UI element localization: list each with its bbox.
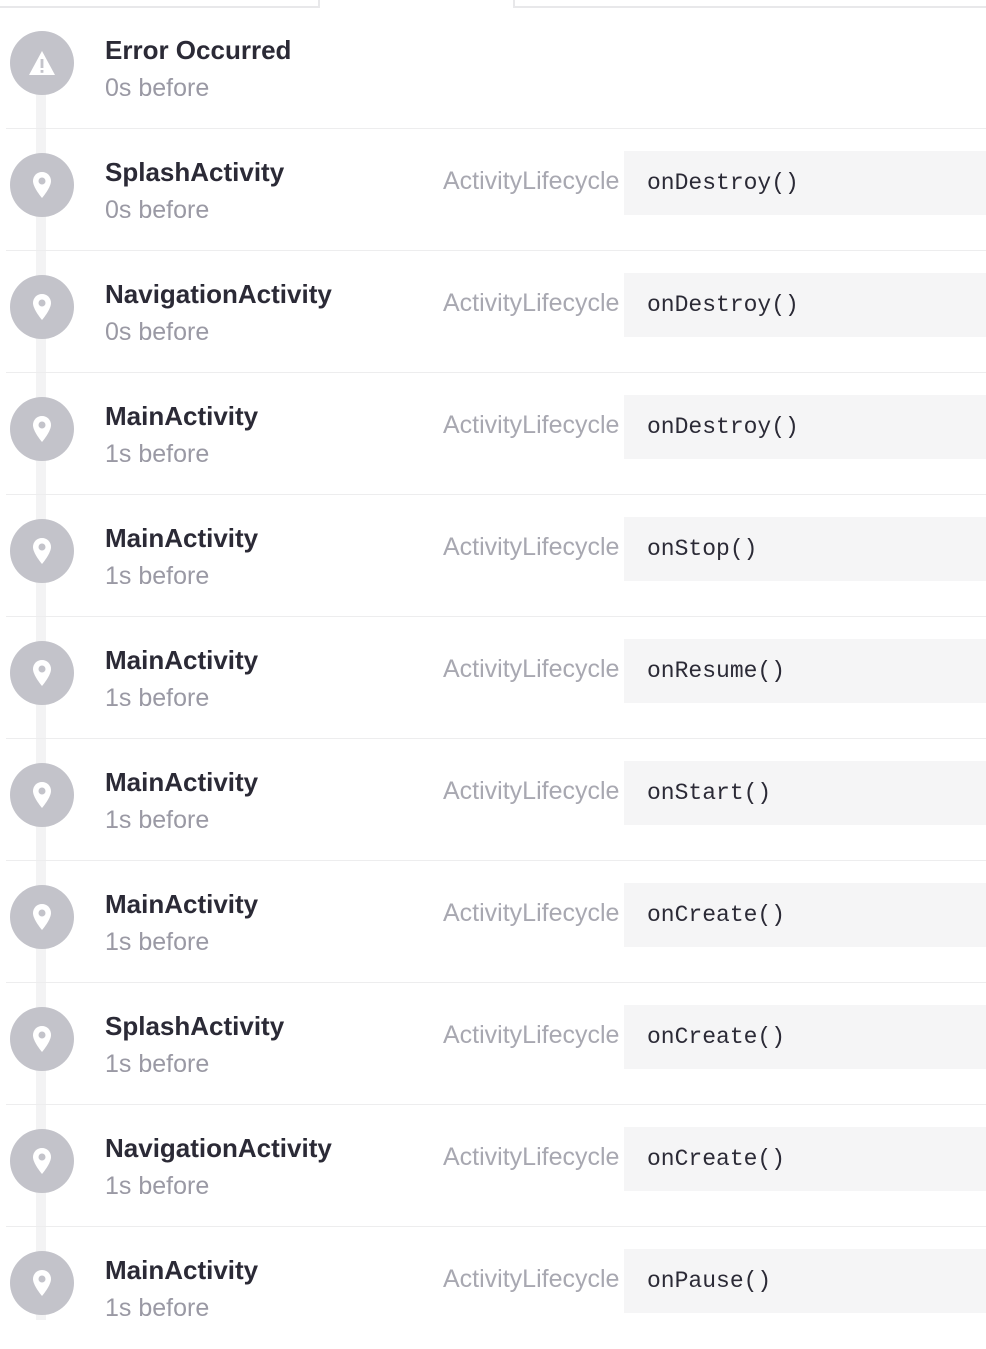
crumb-item[interactable]: MainActivity 1s before ActivityLifecycle… — [0, 1227, 986, 1349]
crumb-time: 1s before — [105, 440, 210, 468]
crumb-category: ActivityLifecycle — [443, 1143, 620, 1171]
crumb-item[interactable]: MainActivity 1s before ActivityLifecycle… — [0, 495, 986, 617]
location-pin-icon — [10, 763, 74, 827]
crumb-category: ActivityLifecycle — [443, 289, 620, 317]
crumb-message: onStart() — [624, 761, 986, 825]
crumb-message-text: onCreate() — [647, 902, 786, 928]
crumb-title: MainActivity — [105, 645, 259, 675]
crumb-time: 1s before — [105, 562, 210, 590]
crumb-time: 1s before — [105, 928, 210, 956]
crumb-time: 0s before — [105, 318, 210, 346]
crumb-message: onResume() — [624, 639, 986, 703]
crumb-message: onPause() — [624, 1249, 986, 1313]
crumb-title: MainActivity — [105, 523, 259, 553]
crumb-item[interactable]: MainActivity 1s before ActivityLifecycle… — [0, 373, 986, 495]
location-pin-icon — [10, 519, 74, 583]
crumb-message: onCreate() — [624, 883, 986, 947]
location-pin-icon — [10, 641, 74, 705]
location-pin-icon — [10, 1251, 74, 1315]
crumb-message: onDestroy() — [624, 151, 986, 215]
crumb-error[interactable]: Error Occurred 0s before — [0, 7, 986, 129]
crumb-title: NavigationActivity — [105, 279, 332, 309]
crumb-title: MainActivity — [105, 767, 259, 797]
crumb-message-text: onStop() — [647, 536, 758, 562]
crumb-message-text: onDestroy() — [647, 292, 799, 318]
crumb-title: MainActivity — [105, 1255, 259, 1285]
location-pin-icon — [10, 397, 74, 461]
crumb-message-text: onCreate() — [647, 1024, 786, 1050]
crumb-time: 1s before — [105, 1294, 210, 1322]
crumb-category: ActivityLifecycle — [443, 655, 620, 683]
crumb-time: 0s before — [105, 196, 210, 224]
crumb-time: 1s before — [105, 684, 210, 712]
crumb-message: onStop() — [624, 517, 986, 581]
crumb-message: onCreate() — [624, 1127, 986, 1191]
crumb-category: ActivityLifecycle — [443, 1265, 620, 1293]
crumb-item[interactable]: MainActivity 1s before ActivityLifecycle… — [0, 861, 986, 983]
crumb-item[interactable]: NavigationActivity 1s before ActivityLif… — [0, 1105, 986, 1227]
crumb-item[interactable]: MainActivity 1s before ActivityLifecycle… — [0, 739, 986, 861]
crumb-item[interactable]: NavigationActivity 0s before ActivityLif… — [0, 251, 986, 373]
crumb-title: SplashActivity — [105, 157, 285, 187]
crumb-message: onDestroy() — [624, 273, 986, 337]
crumb-item[interactable]: SplashActivity 0s before ActivityLifecyc… — [0, 129, 986, 251]
location-pin-icon — [10, 1129, 74, 1193]
crumb-category: ActivityLifecycle — [443, 777, 620, 805]
crumb-item[interactable]: MainActivity 1s before ActivityLifecycle… — [0, 617, 986, 739]
location-pin-icon — [10, 153, 74, 217]
crumb-message-text: onCreate() — [647, 1146, 786, 1172]
crumb-message-text: onPause() — [647, 1268, 772, 1294]
crumb-message-text: onResume() — [647, 658, 786, 684]
crumb-time: 0s before — [105, 74, 210, 102]
crumb-time: 1s before — [105, 1172, 210, 1200]
crumb-item[interactable]: SplashActivity 1s before ActivityLifecyc… — [0, 983, 986, 1105]
location-pin-icon — [10, 275, 74, 339]
crumb-title: Error Occurred — [105, 35, 292, 65]
location-pin-icon — [10, 1007, 74, 1071]
location-pin-icon — [10, 885, 74, 949]
crumb-message: onDestroy() — [624, 395, 986, 459]
crumb-message: onCreate() — [624, 1005, 986, 1069]
crumb-category: ActivityLifecycle — [443, 1021, 620, 1049]
crumb-message-text: onDestroy() — [647, 414, 799, 440]
crumb-category: ActivityLifecycle — [443, 411, 620, 439]
crumb-category: ActivityLifecycle — [443, 899, 620, 927]
crumb-time: 1s before — [105, 806, 210, 834]
crumb-title: MainActivity — [105, 401, 259, 431]
crumb-category: ActivityLifecycle — [443, 167, 620, 195]
crumb-title: NavigationActivity — [105, 1133, 332, 1163]
crumb-title: SplashActivity — [105, 1011, 285, 1041]
warning-icon — [10, 31, 74, 95]
crumb-message-text: onStart() — [647, 780, 772, 806]
crumb-time: 1s before — [105, 1050, 210, 1078]
crumb-category: ActivityLifecycle — [443, 533, 620, 561]
crumb-title: MainActivity — [105, 889, 259, 919]
crumb-message-text: onDestroy() — [647, 170, 799, 196]
